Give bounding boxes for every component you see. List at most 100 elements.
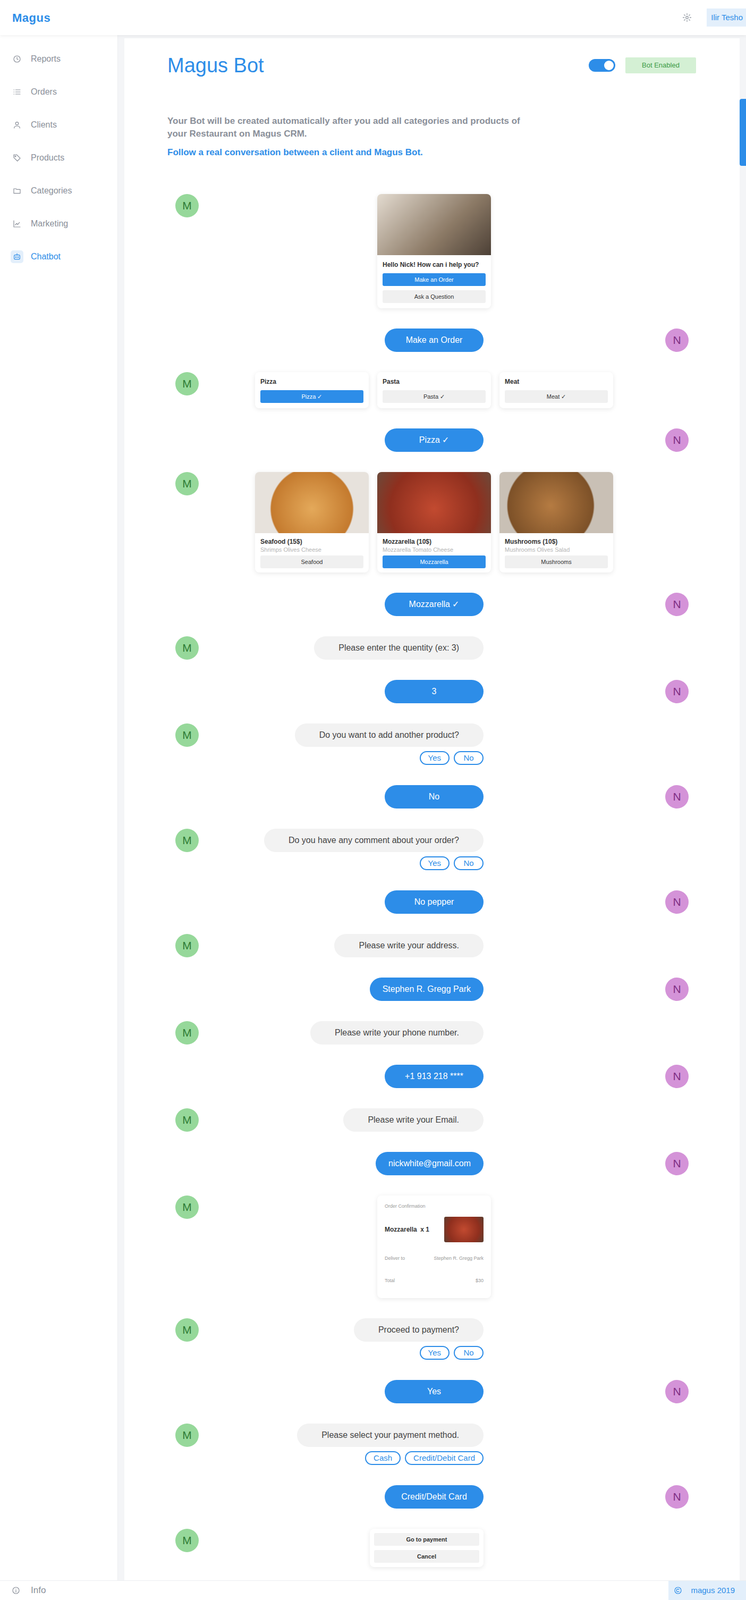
logo[interactable]: Magus <box>12 9 51 27</box>
bot-avatar: M <box>175 193 199 218</box>
choice-group: CashCredit/Debit Card <box>365 1450 484 1465</box>
bot-avatar: M <box>175 1020 199 1045</box>
category-card: PizzaPizza ✓ <box>255 371 369 409</box>
action-button[interactable]: Go to payment <box>374 1532 480 1546</box>
message-row: M Do you have any comment about your orde… <box>175 828 697 870</box>
sidebar-item[interactable]: Categories <box>0 180 118 202</box>
client-message: Yes <box>384 1379 484 1403</box>
card-button[interactable]: Mushrooms <box>504 555 608 569</box>
folder-icon <box>12 186 22 196</box>
order-heading: Order Confirmation <box>384 1202 484 1209</box>
message-row: nickwhite@gmail.com N <box>175 1151 697 1175</box>
person-icon <box>12 120 22 130</box>
choice-button[interactable]: No <box>453 1345 484 1360</box>
choice-button[interactable]: No <box>453 750 484 765</box>
sidebar-item[interactable]: Marketing <box>0 213 118 235</box>
product-card: Seafood (15$)Shrimps Olives CheeseSeafoo… <box>255 471 369 573</box>
client-message: +1 913 218 **** <box>384 1064 484 1088</box>
message-row: Stephen R. Gregg ParkN <box>175 977 697 1001</box>
footer: Info magus 2019 <box>0 1579 746 1600</box>
product-photo <box>255 471 369 533</box>
clock-icon <box>12 54 22 64</box>
card-title: Meat <box>504 377 608 386</box>
info-icon <box>11 1585 21 1595</box>
client-avatar: N <box>665 977 689 1001</box>
message-row: M Please write your Email. <box>175 1107 697 1132</box>
feedback-tab[interactable] <box>739 98 746 166</box>
product-photo <box>377 471 491 533</box>
bot-toggle[interactable] <box>588 58 616 72</box>
sidebar-item[interactable]: Orders <box>0 81 118 103</box>
copyright: magus 2019 <box>668 1580 746 1600</box>
card-title: Mozzarella (10$) <box>382 537 486 546</box>
gear-icon[interactable] <box>682 12 692 23</box>
sidebar-item[interactable]: Reports <box>0 48 118 70</box>
intro-text: Your Bot will be created automatically a… <box>167 114 534 141</box>
bot-avatar: M <box>175 723 199 747</box>
deliver-address: Stephen R. Gregg Park <box>433 1254 484 1261</box>
choice-button[interactable]: Yes <box>419 1345 450 1360</box>
bot-controls: Bot Enabled <box>588 57 697 74</box>
message-row: No pepperN <box>175 889 697 914</box>
sidebar-item[interactable]: Clients <box>0 114 118 136</box>
message-row: MProceed to payment?YesNo <box>175 1317 697 1360</box>
bot-avatar: M <box>175 1107 199 1132</box>
client-message: No <box>384 784 484 809</box>
bot-message: Please select your payment method. <box>297 1422 484 1447</box>
bot-avatar: M <box>175 1194 199 1219</box>
bot-message: Do you have any comment about your order… <box>264 828 484 852</box>
delivery-row: Deliver toStephen R. Gregg Park <box>384 1254 484 1261</box>
bot-avatar: M <box>175 828 199 852</box>
choice-button[interactable]: Yes <box>419 855 450 870</box>
action-button[interactable]: Cancel <box>374 1549 480 1563</box>
choice-button[interactable]: Yes <box>419 750 450 765</box>
choice-group: YesNo <box>419 1345 484 1360</box>
client-avatar: N <box>665 1379 689 1403</box>
card-button[interactable]: Seafood <box>260 555 364 569</box>
client-avatar: N <box>665 1064 689 1088</box>
item-photo <box>444 1216 484 1242</box>
bot-avatar: M <box>175 636 199 660</box>
welcome-text: Hello Nick! How can i help you? <box>382 260 486 269</box>
client-avatar: N <box>665 592 689 616</box>
card-button[interactable]: Mozzarella <box>382 555 486 569</box>
choice-button[interactable]: Cash <box>365 1450 401 1465</box>
top-actions: Ilir Tesho <box>682 8 746 28</box>
list-icon <box>12 87 22 97</box>
category-carousel: PizzaPizza ✓PastaPasta ✓MeatMeat ✓ <box>255 371 614 409</box>
order-item: Mozzarella x 1 <box>384 1216 484 1242</box>
sidebar: Reports Orders Clients Products Categories Ma… <box>0 35 118 1580</box>
message-row: Make an OrderN <box>175 328 697 352</box>
product-card: Mushrooms (10$)Mushrooms Olives SaladMus… <box>499 471 614 573</box>
product-photo <box>499 471 614 533</box>
card-button[interactable]: Make an Order <box>382 273 486 286</box>
sidebar-item[interactable]: Chatbot <box>0 246 118 268</box>
sidebar-label: Clients <box>30 118 57 132</box>
card-button[interactable]: Ask a Question <box>382 290 486 303</box>
choice-button[interactable]: Credit/Debit Card <box>404 1450 484 1465</box>
client-message: nickwhite@gmail.com <box>375 1151 484 1175</box>
page-title: Magus Bot <box>167 53 265 78</box>
card-button[interactable]: Pizza ✓ <box>260 390 364 403</box>
client-avatar: N <box>665 1484 689 1508</box>
choice-button[interactable]: No <box>453 855 484 870</box>
client-message: Make an Order <box>384 328 484 352</box>
product-card: Mozzarella (10$)Mozzarella Tomato Cheese… <box>377 471 491 573</box>
client-message: Pizza ✓ <box>384 428 484 452</box>
info-link[interactable]: Info <box>0 1582 46 1597</box>
card-button[interactable]: Pasta ✓ <box>382 390 486 403</box>
client-avatar: N <box>665 1151 689 1175</box>
total-row: Total$30 <box>384 1276 484 1284</box>
bot-message: Please write your Email. <box>343 1107 484 1132</box>
sidebar-item[interactable]: Products <box>0 147 118 169</box>
bot-icon <box>12 252 22 261</box>
card-subtitle: Mozzarella Tomato Cheese <box>382 545 486 554</box>
message-row: MSeafood (15$)Shrimps Olives CheeseSeafo… <box>175 471 697 573</box>
client-message: Mozzarella ✓ <box>384 592 484 616</box>
total-label: Total <box>384 1276 395 1284</box>
welcome-card: Hello Nick! How can i help you? Make an O… <box>377 193 491 309</box>
client-avatar: N <box>665 679 689 703</box>
user-menu[interactable]: Ilir Tesho <box>706 8 746 28</box>
card-button[interactable]: Meat ✓ <box>504 390 608 403</box>
intro-link[interactable]: Follow a real conversation between a cli… <box>167 146 697 159</box>
